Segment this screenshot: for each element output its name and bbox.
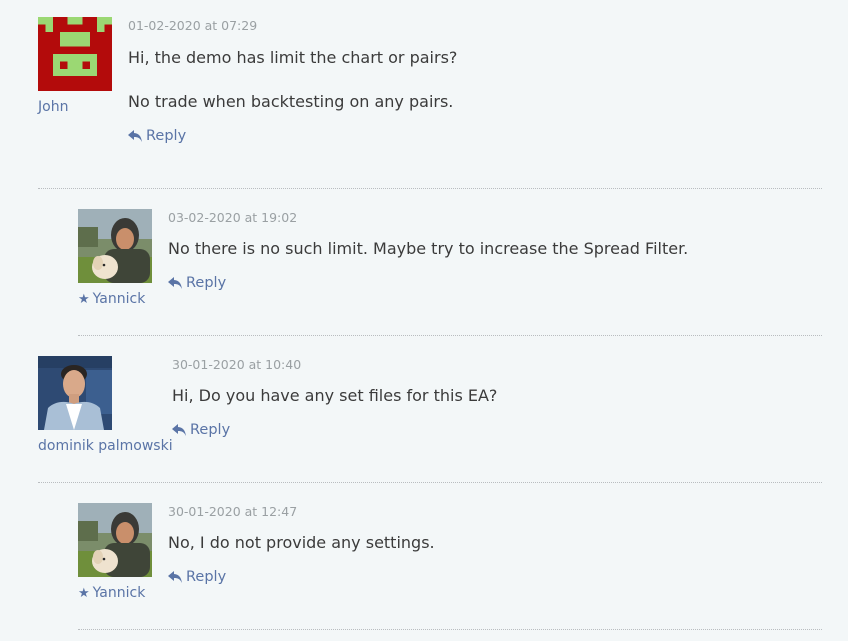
reply-label[interactable]: Reply: [146, 128, 186, 144]
comment-divider: [78, 629, 822, 630]
comment-item: John 01-02-2020 at 07:29 Hi, the demo ha…: [38, 17, 822, 157]
comment-text: No there is no such limit. Maybe try to …: [168, 239, 689, 258]
comment-date: 01-02-2020 at 07:29: [128, 18, 258, 33]
comment-date: 30-01-2020 at 12:47: [168, 504, 298, 519]
star-icon: ★: [78, 292, 90, 307]
comment-list: John 01-02-2020 at 07:29 Hi, the demo ha…: [0, 0, 848, 641]
author-name[interactable]: Yannick: [93, 291, 146, 307]
star-icon: ★: [78, 586, 90, 601]
reply-label[interactable]: Reply: [190, 422, 230, 438]
reply-label[interactable]: Reply: [186, 569, 226, 585]
comment-date: 30-01-2020 at 10:40: [172, 357, 302, 372]
reply-link[interactable]: Reply: [128, 128, 186, 144]
comment-divider: [38, 482, 822, 483]
reply-label[interactable]: Reply: [186, 275, 226, 291]
comment-text: Hi, Do you have any set files for this E…: [172, 386, 498, 405]
comment-item: ★ Yannick 03-02-2020 at 19:02 No there is…: [78, 209, 822, 319]
comment-text: Hi, the demo has limit the chart or pair…: [128, 48, 458, 67]
reply-arrow-icon: [172, 424, 186, 436]
reply-link[interactable]: Reply: [172, 422, 230, 438]
comment-author[interactable]: John: [38, 99, 68, 115]
comment-author[interactable]: dominik palmowski: [38, 438, 173, 454]
author-name[interactable]: John: [38, 99, 68, 115]
reply-arrow-icon: [128, 130, 142, 142]
reply-link[interactable]: Reply: [168, 569, 226, 585]
comment-divider: [38, 188, 822, 189]
comment-divider: [78, 335, 822, 336]
reply-arrow-icon: [168, 277, 182, 289]
reply-arrow-icon: [168, 571, 182, 583]
comment-text: No, I do not provide any settings.: [168, 533, 435, 552]
comment-item: ★ Yannick 30-01-2020 at 12:47 No, I do no…: [78, 503, 822, 613]
comment-item: dominik palmowski 30-01-2020 at 10:40 Hi…: [38, 356, 822, 466]
comment-author[interactable]: ★ Yannick: [78, 585, 145, 601]
photo-avatar-young-man: [38, 356, 112, 430]
photo-avatar-man-with-dog: [78, 503, 152, 577]
comment-author[interactable]: ★ Yannick: [78, 291, 145, 307]
photo-avatar-man-with-dog: [78, 209, 152, 283]
author-name[interactable]: Yannick: [93, 585, 146, 601]
author-name[interactable]: dominik palmowski: [38, 438, 173, 454]
identicon-avatar: [38, 17, 112, 91]
reply-link[interactable]: Reply: [168, 275, 226, 291]
comment-date: 03-02-2020 at 19:02: [168, 210, 298, 225]
comment-text: No trade when backtesting on any pairs.: [128, 92, 454, 111]
